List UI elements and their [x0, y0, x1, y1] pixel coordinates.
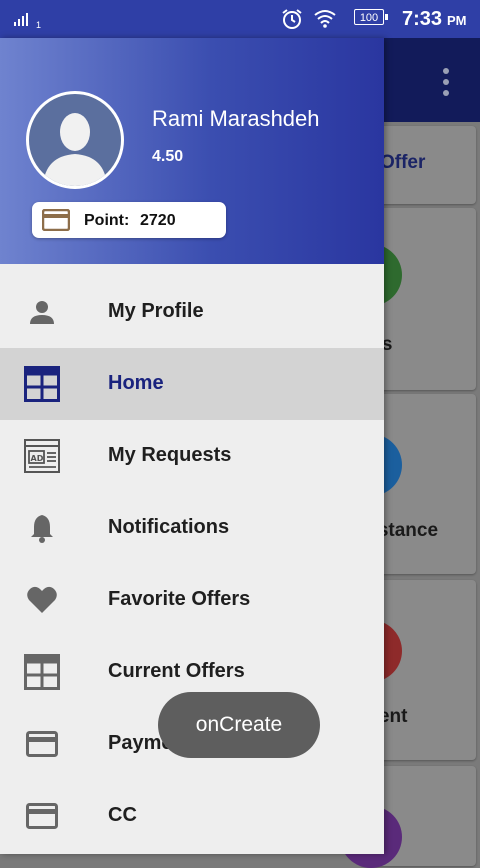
menu-item-label: Notifications — [108, 516, 230, 538]
card-icon — [42, 209, 70, 231]
ad-icon: AD — [24, 438, 60, 474]
card-icon — [24, 726, 60, 762]
signal-sub-label: 1 — [36, 20, 42, 30]
menu-item-label: My Profile — [108, 300, 204, 322]
overflow-menu-icon[interactable] — [443, 68, 449, 96]
toast-message: onCreate — [158, 692, 320, 758]
avatar[interactable] — [26, 91, 124, 189]
menu-item-notifications[interactable]: Notifications — [0, 492, 384, 564]
menu-item-home[interactable]: Home — [0, 348, 384, 420]
person-icon — [24, 294, 60, 330]
menu-item-label: Favorite Offers — [108, 588, 251, 610]
menu-item-favorite-offers[interactable]: Favorite Offers — [0, 564, 384, 636]
clock-ampm: PM — [447, 13, 467, 28]
status-bar: 1 100 7:33 PM — [0, 0, 480, 38]
menu-item-my-profile[interactable]: My Profile — [0, 276, 384, 348]
drawer-menu: My Profile Home AD My Requests Notificat… — [0, 276, 384, 852]
menu-item-cc[interactable]: CC — [0, 780, 384, 852]
drawer-header: Rami Marashdeh 4.50 Point: 2720 — [0, 38, 384, 264]
card-label: Offer — [380, 152, 426, 173]
user-name: Rami Marashdeh — [152, 106, 320, 131]
alarm-icon — [282, 9, 302, 29]
menu-item-label: Home — [108, 372, 164, 394]
grid-icon — [24, 654, 60, 690]
points-badge[interactable]: Point: 2720 — [32, 202, 226, 238]
clock-time: 7:33 — [402, 8, 443, 30]
points-label: Point: — [84, 212, 130, 229]
points-value: 2720 — [140, 212, 176, 229]
menu-item-my-requests[interactable]: AD My Requests — [0, 420, 384, 492]
grid-icon — [24, 366, 60, 402]
wifi-icon — [314, 10, 336, 28]
battery-icon: 100 — [354, 9, 388, 25]
menu-item-label: My Requests — [108, 444, 232, 466]
menu-item-label: CC — [108, 804, 137, 826]
heart-icon — [24, 582, 60, 618]
card-icon — [24, 798, 60, 834]
person-silhouette-icon — [43, 113, 107, 186]
svg-text:AD: AD — [31, 454, 44, 463]
signal-icon — [14, 10, 28, 26]
menu-item-label: Current Offers — [108, 660, 245, 682]
bell-icon — [24, 510, 60, 546]
user-rating: 4.50 — [152, 148, 184, 165]
